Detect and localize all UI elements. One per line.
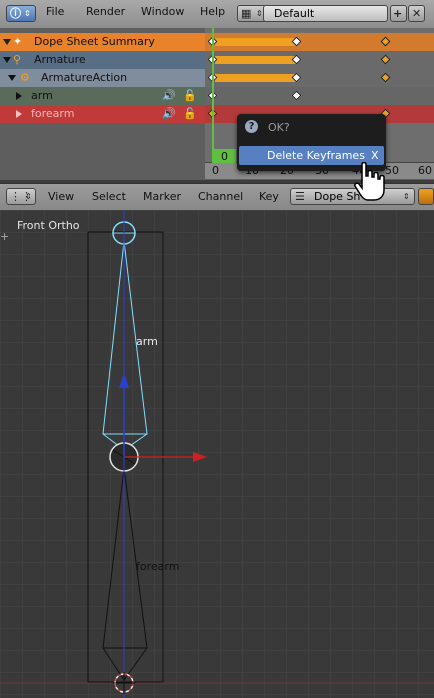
popup-title: OK? [268, 121, 290, 134]
menu-render[interactable]: Render [86, 5, 125, 18]
channel-armature-action[interactable]: ⚙ ArmatureAction [0, 69, 205, 87]
menu-item-shortcut: X [371, 149, 379, 162]
lock-icon[interactable]: 🔓 [183, 106, 197, 121]
chevron-updown-icon: ⇕ [25, 192, 32, 201]
menu-marker[interactable]: Marker [143, 190, 181, 203]
summary-keys[interactable] [205, 33, 434, 51]
arm-keys[interactable] [205, 87, 434, 105]
view-name: Front Ortho [17, 219, 80, 232]
3d-viewport[interactable]: Front Ortho + arm forearm [0, 210, 434, 698]
layout-grid-icon: ▦ [241, 7, 252, 20]
armature-icon: ⚲ [13, 53, 22, 66]
screen-layout-field[interactable]: Default [263, 5, 388, 22]
chevron-updown-icon: ⇕ [24, 9, 31, 18]
hold-bar [215, 38, 297, 46]
chevron-updown-icon: ⇕ [403, 192, 410, 201]
channel-label: arm [31, 89, 53, 102]
channel-summary[interactable]: ✦ Dope Sheet Summary [0, 33, 205, 51]
viewport-canvas [0, 210, 434, 698]
chevron-down-icon[interactable] [3, 39, 11, 45]
current-frame-value: 0 [221, 150, 228, 163]
channel-arm[interactable]: arm 🔊 🔓 [0, 87, 205, 105]
bone-label: forearm [136, 560, 180, 573]
current-frame-line [212, 28, 214, 162]
menu-select[interactable]: Select [92, 190, 126, 203]
channel-label: forearm [31, 107, 75, 120]
menu-window[interactable]: Window [141, 5, 184, 18]
menu-item-label: Delete Keyframes [267, 149, 365, 162]
armature-keys[interactable] [205, 51, 434, 69]
chevron-right-icon[interactable] [16, 110, 22, 118]
hold-bar [215, 74, 297, 82]
chevron-down-icon[interactable] [3, 57, 11, 63]
keyframe[interactable] [380, 54, 391, 65]
menu-channel[interactable]: Channel [198, 190, 243, 203]
tick-label: 60 [418, 164, 432, 177]
action-keys[interactable] [205, 69, 434, 87]
add-region-icon[interactable]: + [0, 230, 9, 243]
editor-type-button[interactable]: ⋮⋮ ⇕ [6, 188, 36, 205]
add-screen-button[interactable]: + [390, 5, 407, 22]
grid [0, 210, 434, 698]
channel-label: ArmatureAction [41, 71, 128, 84]
channel-label: Armature [34, 53, 86, 66]
menu-file[interactable]: File [46, 5, 64, 18]
chevron-right-icon[interactable] [16, 92, 22, 100]
channel-forearm[interactable]: forearm 🔊 🔓 [0, 105, 205, 123]
scene-icon: ✦ [13, 35, 23, 48]
chevron-updown-icon: ⇕ [256, 9, 263, 18]
keyframe[interactable] [380, 72, 391, 83]
delete-screen-button[interactable]: ✕ [408, 5, 425, 22]
editor-type-button[interactable]: ⓘ ⇕ [6, 5, 36, 22]
action-icon: ⚙ [20, 71, 30, 84]
channel-armature[interactable]: ⚲ Armature [0, 51, 205, 69]
info-header: ⓘ ⇕ File Render Window Help ▦ ⇕ Default … [0, 0, 434, 29]
dopesheet-mode-icon: ☰ [295, 190, 305, 203]
tick-label: 0 [212, 164, 219, 177]
speaker-icon[interactable]: 🔊 [162, 106, 176, 121]
lock-icon[interactable]: 🔓 [183, 88, 197, 103]
info-icon: ⓘ [10, 7, 21, 20]
menu-help[interactable]: Help [200, 5, 225, 18]
keyframe[interactable] [380, 36, 391, 47]
bone-label: arm [136, 335, 158, 348]
question-icon: ? [245, 120, 258, 133]
channel-label: Dope Sheet Summary [34, 35, 155, 48]
keyframe[interactable] [291, 90, 302, 101]
plus-icon: + [393, 7, 403, 20]
action-editor-button[interactable] [418, 188, 434, 205]
close-icon: ✕ [412, 7, 422, 20]
speaker-icon[interactable]: 🔊 [162, 88, 176, 103]
hold-bar [215, 56, 297, 64]
menu-key[interactable]: Key [259, 190, 279, 203]
chevron-down-icon[interactable] [8, 75, 16, 81]
hand-cursor-icon [354, 162, 385, 201]
menu-view[interactable]: View [48, 190, 74, 203]
